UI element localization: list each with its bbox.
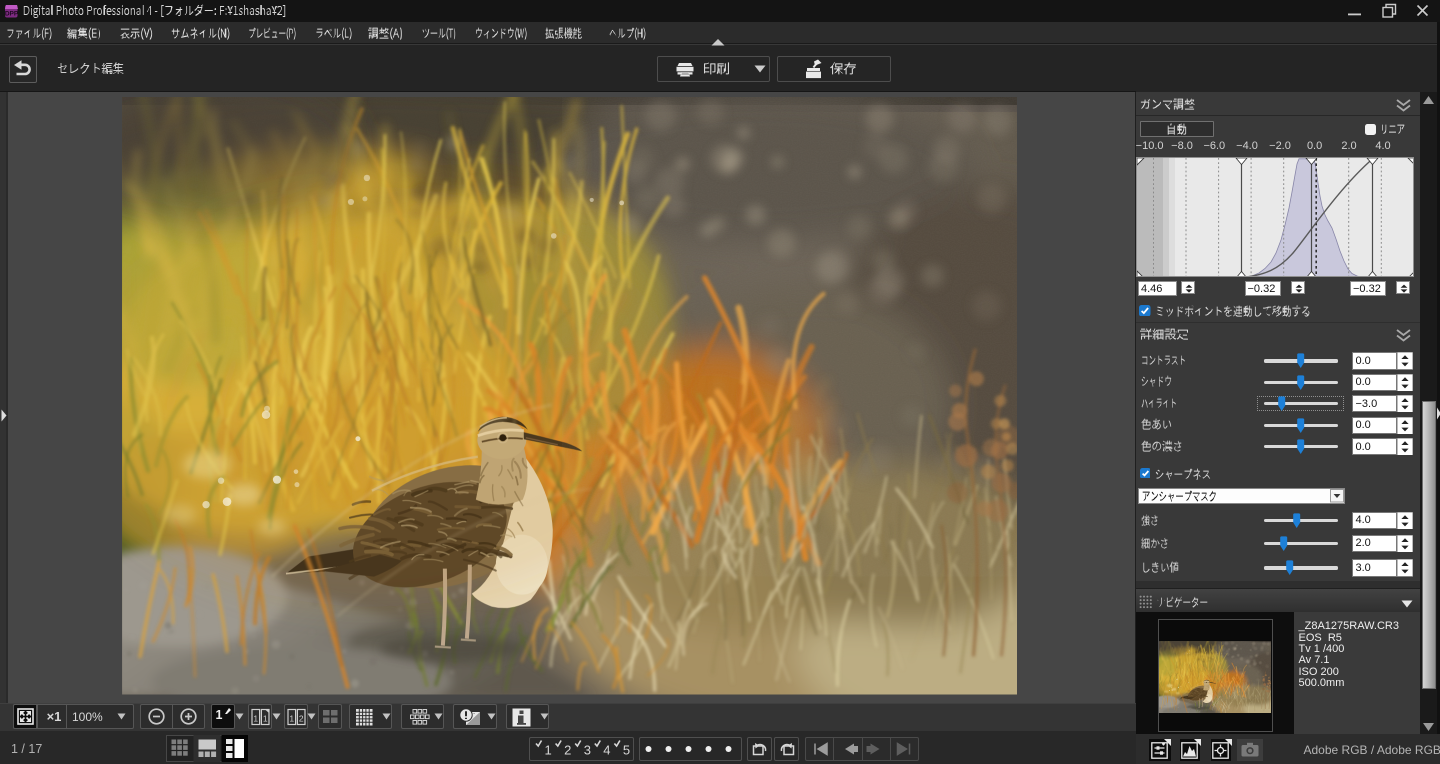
svg-text:5: 5 xyxy=(622,743,629,758)
svg-text:3: 3 xyxy=(583,743,590,758)
svg-text:2: 2 xyxy=(299,713,304,723)
svg-text:4: 4 xyxy=(603,743,610,758)
svg-text:1: 1 xyxy=(289,713,294,723)
svg-text:1: 1 xyxy=(253,713,258,723)
svg-text:DPP: DPP xyxy=(5,11,19,18)
svg-text:1: 1 xyxy=(544,743,551,758)
svg-text:2: 2 xyxy=(564,743,571,758)
svg-text:1: 1 xyxy=(263,713,268,723)
